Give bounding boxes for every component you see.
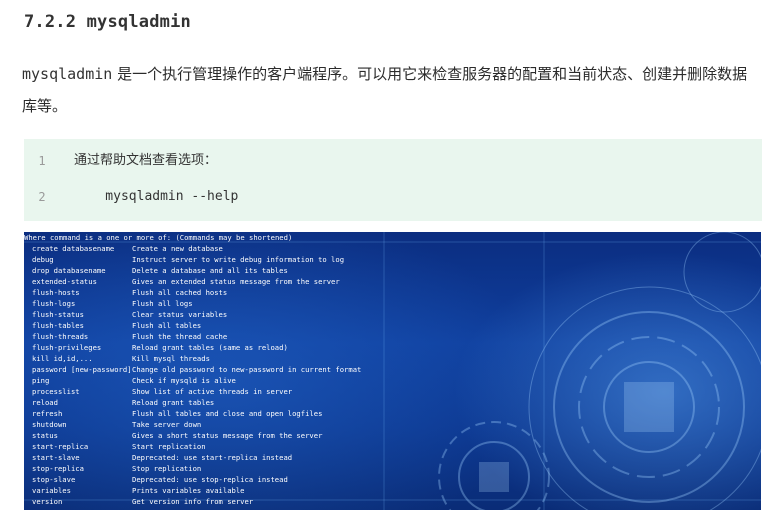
command-description: Create a new database — [132, 244, 223, 253]
command-name: refresh — [32, 409, 63, 418]
command-name: create databasename — [32, 244, 115, 253]
command-description: Prints variables available — [132, 486, 245, 495]
command-description: Show list of active threads in server — [132, 387, 293, 396]
command-description: Flush the thread cache — [132, 332, 228, 341]
command-description: Flush all tables and close and open logf… — [132, 409, 323, 418]
command-description: Delete a database and all its tables — [132, 266, 288, 275]
command-description: Reload grant tables — [132, 398, 215, 407]
command-name: kill id,id,... — [32, 354, 93, 363]
command-name: drop databasename — [32, 266, 106, 275]
command-name: shutdown — [32, 420, 67, 429]
command-name: variables — [32, 486, 71, 495]
command-description: Deprecated: use stop-replica instead — [132, 475, 288, 484]
command-name: reload — [32, 398, 58, 407]
command-name: status — [32, 431, 58, 440]
command-description: Gives a short status message from the se… — [132, 431, 323, 440]
code-text: mysqladmin --help — [74, 189, 239, 204]
command-description: Take server down — [132, 420, 202, 429]
terminal-header-text: Where command is a one or more of: (Comm… — [24, 233, 293, 242]
command-description: Deprecated: use start-replica instead — [132, 453, 293, 462]
code-block: 1 通过帮助文档查看选项： 2 mysqladmin --help — [24, 139, 762, 221]
command-name: password [new-password] — [32, 365, 132, 374]
command-name: flush-privileges — [32, 343, 102, 352]
intro-text: 是一个执行管理操作的客户端程序。可以用它来检查服务器的配置和当前状态、创建并删除… — [22, 65, 748, 115]
command-description: Gives an extended status message from th… — [132, 277, 340, 286]
command-description: Stop replication — [132, 464, 202, 473]
line-number: 1 — [38, 154, 46, 168]
command-description: Change old password to new-password in c… — [132, 365, 362, 374]
command-description: Kill mysql threads — [132, 354, 210, 363]
command-name: processlist — [32, 387, 80, 396]
code-text: 通过帮助文档查看选项： — [74, 153, 218, 168]
terminal-screenshot: Where command is a one or more of: (Comm… — [24, 232, 761, 510]
section-heading: 7.2.2 mysqladmin — [24, 12, 191, 32]
command-name: ping — [32, 376, 50, 385]
intro-paragraph: mysqladmin 是一个执行管理操作的客户端程序。可以用它来检查服务器的配置… — [22, 58, 758, 122]
command-name: flush-logs — [32, 299, 76, 308]
command-name: flush-threads — [32, 332, 89, 341]
line-number: 2 — [38, 190, 46, 204]
command-description: Reload grant tables (same as reload) — [132, 343, 288, 352]
command-name: flush-status — [32, 310, 84, 319]
command-name: debug — [32, 255, 54, 264]
command-name: flush-hosts — [32, 288, 80, 297]
inline-code: mysqladmin — [22, 65, 113, 83]
command-name: version — [32, 497, 63, 506]
command-name: start-slave — [32, 453, 80, 462]
command-description: Flush all tables — [132, 321, 202, 330]
command-description: Get version info from server — [132, 497, 254, 506]
command-name: stop-replica — [32, 464, 84, 473]
command-description: Flush all logs — [132, 299, 193, 308]
command-name: extended-status — [32, 277, 97, 286]
command-name: start-replica — [32, 442, 89, 451]
command-description: Instruct server to write debug informati… — [132, 255, 345, 264]
command-description: Start replication — [132, 442, 206, 451]
command-name: flush-tables — [32, 321, 84, 330]
command-description: Clear status variables — [132, 310, 228, 319]
command-description: Check if mysqld is alive — [132, 376, 236, 385]
command-description: Flush all cached hosts — [132, 288, 228, 297]
command-name: stop-slave — [32, 475, 76, 484]
